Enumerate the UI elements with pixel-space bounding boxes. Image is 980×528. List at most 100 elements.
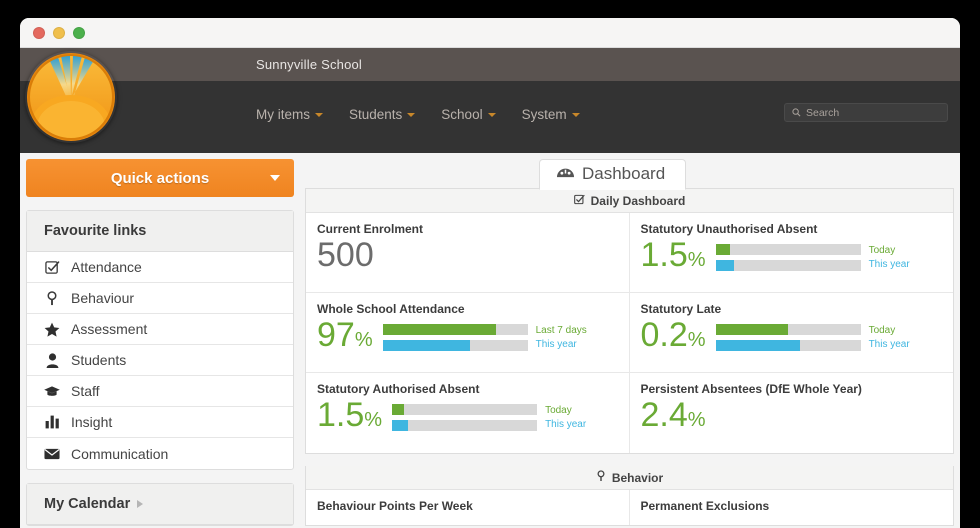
metric-bars: Today This year	[716, 240, 910, 271]
envelope-icon	[44, 446, 60, 462]
sidebar-item-communication[interactable]: Communication	[27, 438, 293, 469]
sidebar-item-label: Assessment	[71, 321, 147, 337]
metric-number: 97	[317, 316, 355, 354]
bar-label-green: Last 7 days	[536, 325, 587, 336]
bar-label-green: Today	[545, 405, 586, 416]
metric-title: Whole School Attendance	[317, 302, 618, 316]
metric-number: 500	[317, 236, 374, 274]
sidebar-item-students[interactable]: Students	[27, 345, 293, 376]
bar-fill-blue	[383, 340, 470, 351]
metric-value: 0.2%	[641, 318, 706, 354]
main-panel: Dashboard Daily Dashboard	[305, 159, 954, 528]
metric-unit: %	[355, 329, 373, 351]
school-name: Sunnyville School	[256, 57, 362, 72]
metric-title: Statutory Authorised Absent	[317, 382, 618, 396]
metric-title: Current Enrolment	[317, 222, 618, 236]
bar-track-blue	[383, 340, 528, 351]
sidebar-item-label: Staff	[71, 383, 100, 399]
sun-logo-svg	[25, 51, 117, 143]
metric-value: 97%	[317, 318, 373, 354]
sidebar: Quick actions Favourite links	[26, 159, 294, 526]
nav-links: My items Students School System	[256, 107, 580, 122]
metric-bars: Today This year	[392, 400, 586, 431]
bar-track-green	[716, 324, 861, 335]
favourite-links-title: Favourite links	[44, 223, 146, 239]
metric-title: Persistent Absentees (DfE Whole Year)	[641, 382, 943, 396]
bar-fill-blue	[716, 260, 735, 271]
search-input[interactable]	[806, 107, 940, 119]
group-title: Daily Dashboard	[591, 194, 686, 208]
tab-dashboard-label: Dashboard	[582, 164, 665, 184]
bar-track-blue	[392, 420, 537, 431]
pin-icon	[44, 290, 60, 306]
quick-actions-label: Quick actions	[111, 170, 209, 187]
metric-number: 1.5	[641, 236, 688, 274]
sidebar-item-behaviour[interactable]: Behaviour	[27, 283, 293, 314]
my-calendar-panel: My Calendar	[26, 483, 294, 526]
bar-track-blue	[716, 340, 861, 351]
sidebar-item-staff[interactable]: Staff	[27, 376, 293, 407]
metric-row: 1.5%	[641, 238, 943, 274]
metric-grid: Current Enrolment 500 Statutory Unauthor…	[306, 213, 953, 453]
bar-label-blue: This year	[545, 419, 586, 430]
behavior-group: Behavior Behaviour Points Per Week Perma…	[305, 466, 954, 526]
metric-permanent-exclusions: Permanent Exclusions	[630, 490, 954, 525]
metric-title: Statutory Unauthorised Absent	[641, 222, 943, 236]
close-button[interactable]	[33, 27, 45, 39]
quick-actions-button[interactable]: Quick actions	[26, 159, 294, 197]
metric-number: 0.2	[641, 316, 688, 354]
nav-item-my-items[interactable]: My items	[256, 107, 323, 122]
nav-item-system[interactable]: System	[522, 107, 580, 122]
bar-labels: Today This year	[869, 245, 910, 270]
bar-track-green	[392, 404, 537, 415]
metric-row: 97%	[317, 318, 618, 354]
metric-number: 1.5	[317, 396, 364, 434]
metric-row: 0.2%	[641, 318, 943, 354]
metric-behaviour-points-per-week: Behaviour Points Per Week	[306, 490, 630, 525]
nav-item-label: School	[441, 107, 482, 122]
sidebar-item-attendance[interactable]: Attendance	[27, 252, 293, 283]
behavior-header: Behavior	[306, 466, 953, 490]
pin-icon	[596, 470, 606, 485]
bar-fill-green	[383, 324, 496, 335]
sidebar-item-assessment[interactable]: Assessment	[27, 314, 293, 345]
bar-label-blue: This year	[869, 339, 910, 350]
tab-dashboard[interactable]: Dashboard	[539, 159, 686, 190]
maximize-button[interactable]	[73, 27, 85, 39]
navigation-bar: My items Students School System	[20, 81, 960, 153]
sidebar-item-label: Students	[71, 352, 126, 368]
metric-bars: Today This year	[716, 320, 910, 351]
metric-title: Statutory Late	[641, 302, 943, 316]
bar-track-blue	[716, 260, 861, 271]
metric-value: 2.4%	[641, 398, 706, 434]
my-calendar-header[interactable]: My Calendar	[27, 484, 293, 525]
application-root: Sunnyville School My items Students Scho…	[20, 48, 960, 528]
metric-persistent-absentees: Persistent Absentees (DfE Whole Year) 2.…	[630, 373, 954, 453]
sidebar-item-insight[interactable]: Insight	[27, 407, 293, 438]
metric-unit: %	[688, 409, 706, 431]
metric-row: 1.5%	[317, 398, 618, 434]
chevron-down-icon	[488, 113, 496, 117]
tab-strip: Dashboard	[305, 159, 954, 189]
search-icon	[792, 108, 801, 117]
bar-stack	[383, 324, 528, 351]
metric-unit: %	[688, 329, 706, 351]
metric-number: 2.4	[641, 396, 688, 434]
bar-label-green: Today	[869, 245, 910, 256]
bar-label-blue: This year	[536, 339, 587, 350]
nav-item-students[interactable]: Students	[349, 107, 415, 122]
my-calendar-title: My Calendar	[44, 496, 130, 512]
search-box[interactable]	[784, 103, 948, 122]
sidebar-item-label: Attendance	[71, 259, 142, 275]
bar-track-green	[716, 244, 861, 255]
metric-title: Permanent Exclusions	[641, 499, 943, 513]
metric-row: 2.4%	[641, 398, 943, 434]
nav-item-school[interactable]: School	[441, 107, 495, 122]
minimize-button[interactable]	[53, 27, 65, 39]
top-bar: Sunnyville School	[20, 48, 960, 81]
metric-row: 500	[317, 238, 618, 274]
bar-track-green	[383, 324, 528, 335]
person-icon	[44, 352, 60, 368]
chevron-down-icon	[407, 113, 415, 117]
bar-fill-green	[716, 244, 731, 255]
